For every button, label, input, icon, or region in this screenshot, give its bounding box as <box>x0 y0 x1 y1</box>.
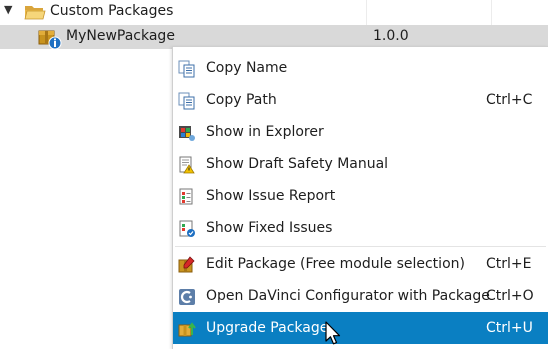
context-menu: Copy Name Copy Path Ctrl+C Show in Explo… <box>172 46 548 349</box>
menu-item-show-draft-safety-manual[interactable]: Show Draft Safety Manual <box>173 148 548 180</box>
copy-name-icon <box>178 60 195 78</box>
tree-row-custom-packages[interactable]: ▼ Custom Packages <box>0 0 548 24</box>
menu-item-show-fixed-issues[interactable]: Show Fixed Issues <box>173 212 548 244</box>
menu-item-open-davinci-configurator[interactable]: Open DaVinci Configurator with Package C… <box>173 280 548 312</box>
open-folder-icon <box>24 6 46 20</box>
menu-item-edit-package[interactable]: Edit Package (Free module selection) Ctr… <box>173 248 548 280</box>
menu-item-copy-path[interactable]: Copy Path Ctrl+C <box>173 84 548 116</box>
davinci-configurator-icon <box>179 289 195 305</box>
edit-package-icon <box>178 256 195 273</box>
menu-item-show-issue-report[interactable]: Show Issue Report <box>173 180 548 212</box>
tree-label-mynewpackage: MyNewPackage <box>66 28 175 44</box>
upgrade-package-icon <box>178 322 196 337</box>
menu-item-copy-name[interactable]: Copy Name <box>173 52 548 84</box>
expand-arrow-icon[interactable]: ▼ <box>4 4 12 16</box>
package-version: 1.0.0 <box>373 28 409 44</box>
copy-path-icon <box>178 92 195 110</box>
safety-manual-icon <box>179 156 195 174</box>
menu-separator <box>175 246 546 247</box>
menu-item-upgrade-package[interactable]: Upgrade Package Ctrl+U <box>173 312 548 344</box>
fixed-issues-icon <box>179 220 195 237</box>
mouse-pointer-icon <box>325 321 341 345</box>
package-info-icon <box>38 30 62 50</box>
issue-report-icon <box>179 188 193 205</box>
tree-label-custom-packages: Custom Packages <box>50 3 174 19</box>
explorer-icon <box>179 126 195 141</box>
menu-item-show-in-explorer[interactable]: Show in Explorer <box>173 116 548 148</box>
